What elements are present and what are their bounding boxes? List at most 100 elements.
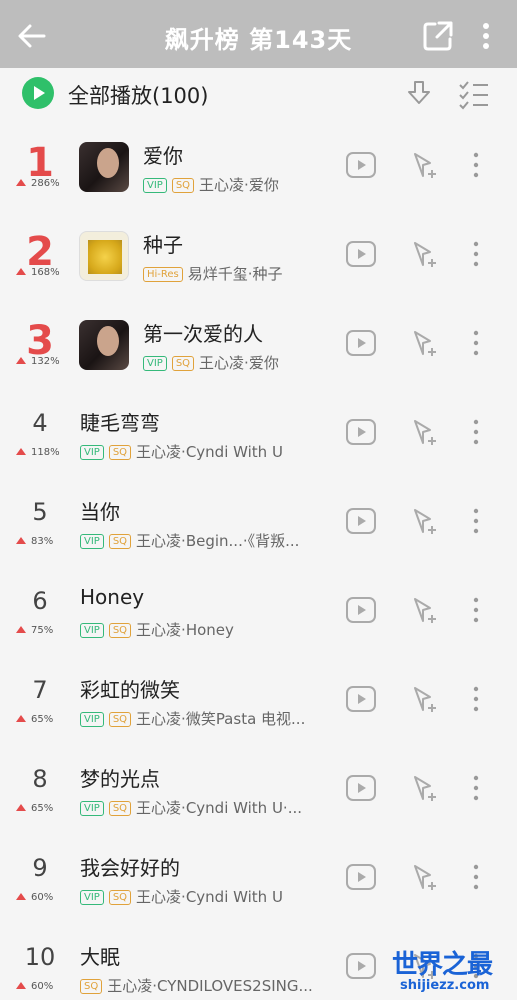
quality-badge: SQ: [80, 979, 103, 994]
mv-play-icon[interactable]: [345, 952, 377, 980]
top-bar: 飙升榜 第143天: [0, 0, 517, 68]
song-row[interactable]: 1 286% 爱你 VIP SQ 王心凌·爱你: [0, 120, 517, 209]
song-title: Honey: [80, 585, 145, 609]
rank-change: 83%: [16, 536, 76, 547]
more-vertical-icon[interactable]: [466, 862, 486, 892]
quality-badge: SQ: [108, 890, 132, 905]
add-to-playlist-icon[interactable]: [410, 862, 440, 892]
add-to-playlist-icon[interactable]: [410, 684, 440, 714]
artist-album: 王心凌·CYNDILOVES2SING...: [107, 977, 313, 995]
quality-badge: VIP: [80, 712, 104, 727]
artist-album: 王心凌·Cyndi With U·...: [136, 799, 303, 817]
rank-change: 60%: [16, 892, 76, 903]
mv-play-icon[interactable]: [345, 596, 377, 624]
quality-badge: SQ: [108, 801, 132, 816]
add-to-playlist-icon[interactable]: [410, 595, 440, 625]
rank-change-value: 83%: [31, 536, 54, 547]
quality-badge: VIP: [143, 356, 167, 371]
song-meta: VIP SQ 王心凌·Cyndi With U: [80, 441, 335, 462]
mv-play-icon[interactable]: [345, 774, 377, 802]
play-icon: [34, 86, 45, 100]
song-row[interactable]: 2 168% 种子 Hi-Res 易烊千玺·种子: [0, 209, 517, 298]
rank-change: 168%: [16, 267, 76, 278]
song-meta: VIP SQ 王心凌·爱你: [143, 352, 335, 373]
mv-play-icon[interactable]: [345, 240, 377, 268]
more-vertical-icon[interactable]: [466, 150, 486, 180]
rank-change: 132%: [16, 356, 76, 367]
artist-album: 王心凌·Cyndi With U: [136, 888, 283, 906]
trend-up-icon: [16, 448, 26, 455]
song-row[interactable]: 4 118% 睫毛弯弯 VIP SQ 王心凌·Cyndi With U: [0, 387, 517, 476]
song-meta: Hi-Res 易烊千玺·种子: [143, 263, 335, 284]
artist-album: 王心凌·爱你: [199, 176, 279, 194]
rank-number: 10: [24, 943, 56, 971]
album-cover[interactable]: [79, 142, 129, 192]
more-vertical-icon[interactable]: [466, 684, 486, 714]
quality-badge: VIP: [80, 445, 104, 460]
more-vertical-icon[interactable]: [466, 773, 486, 803]
song-row[interactable]: 3 132% 第一次爱的人 VIP SQ 王心凌·爱你: [0, 298, 517, 387]
more-vertical-icon[interactable]: [470, 18, 502, 54]
rank-change: 65%: [16, 714, 76, 725]
more-vertical-icon[interactable]: [466, 506, 486, 536]
trend-up-icon: [16, 982, 26, 989]
song-title: 我会好好的: [80, 856, 180, 880]
more-vertical-icon[interactable]: [466, 595, 486, 625]
song-meta: VIP SQ 王心凌·微笑Pasta 电视...: [80, 708, 335, 729]
mv-play-icon[interactable]: [345, 507, 377, 535]
more-vertical-icon[interactable]: [466, 417, 486, 447]
artist-album: 王心凌·Cyndi With U: [136, 443, 283, 461]
quality-badge: SQ: [108, 712, 132, 727]
download-icon[interactable]: [402, 76, 436, 110]
song-row[interactable]: 8 65% 梦的光点 VIP SQ 王心凌·Cyndi With U·...: [0, 743, 517, 832]
rank-number: 7: [32, 676, 48, 704]
quality-badge: SQ: [171, 356, 195, 371]
rank-change: 60%: [16, 981, 76, 992]
quality-badge: VIP: [80, 890, 104, 905]
song-meta: VIP SQ 王心凌·Begin...·《背叛...: [80, 530, 335, 551]
rank-change-value: 286%: [31, 178, 60, 189]
rank-change: 65%: [16, 803, 76, 814]
more-vertical-icon[interactable]: [466, 239, 486, 269]
multi-select-icon[interactable]: [456, 76, 492, 110]
song-title: 大眠: [80, 945, 120, 969]
song-title: 彩虹的微笑: [80, 678, 180, 702]
rank-change-value: 75%: [31, 625, 54, 636]
play-all-button[interactable]: [22, 77, 54, 109]
song-row[interactable]: 7 65% 彩虹的微笑 VIP SQ 王心凌·微笑Pasta 电视...: [0, 654, 517, 743]
mv-play-icon[interactable]: [345, 863, 377, 891]
add-to-playlist-icon[interactable]: [410, 417, 440, 447]
album-cover[interactable]: [79, 320, 129, 370]
mv-play-icon[interactable]: [345, 685, 377, 713]
artist-album: 易烊千玺·种子: [187, 265, 283, 283]
song-meta: SQ 王心凌·CYNDILOVES2SING...: [80, 975, 335, 996]
mv-play-icon[interactable]: [345, 151, 377, 179]
watermark-logo: 世界之最 shijiezz.com: [392, 944, 514, 998]
mv-play-icon[interactable]: [345, 418, 377, 446]
cover-portrait: [97, 148, 119, 178]
mv-play-icon[interactable]: [345, 329, 377, 357]
rank-change-value: 65%: [31, 714, 54, 725]
artist-album: 王心凌·Begin...·《背叛...: [136, 532, 300, 550]
add-to-playlist-icon[interactable]: [410, 150, 440, 180]
add-to-playlist-icon[interactable]: [410, 506, 440, 536]
share-external-icon[interactable]: [420, 18, 456, 54]
quality-badge: SQ: [108, 623, 132, 638]
rank-change: 286%: [16, 178, 76, 189]
rank-number: 5: [32, 498, 48, 526]
song-row[interactable]: 5 83% 当你 VIP SQ 王心凌·Begin...·《背叛...: [0, 476, 517, 565]
song-row[interactable]: 6 75% Honey VIP SQ 王心凌·Honey: [0, 565, 517, 654]
play-all-label[interactable]: 全部播放(100): [68, 80, 208, 110]
song-title: 第一次爱的人: [143, 322, 263, 346]
add-to-playlist-icon[interactable]: [410, 328, 440, 358]
song-row[interactable]: 9 60% 我会好好的 VIP SQ 王心凌·Cyndi With U: [0, 832, 517, 921]
rank-change-value: 132%: [31, 356, 60, 367]
rank-change-value: 168%: [31, 267, 60, 278]
rank-change-value: 60%: [31, 892, 54, 903]
add-to-playlist-icon[interactable]: [410, 773, 440, 803]
add-to-playlist-icon[interactable]: [410, 239, 440, 269]
album-cover[interactable]: [79, 231, 129, 281]
more-vertical-icon[interactable]: [466, 328, 486, 358]
rank-number: 8: [32, 765, 48, 793]
quality-badge: SQ: [108, 445, 132, 460]
